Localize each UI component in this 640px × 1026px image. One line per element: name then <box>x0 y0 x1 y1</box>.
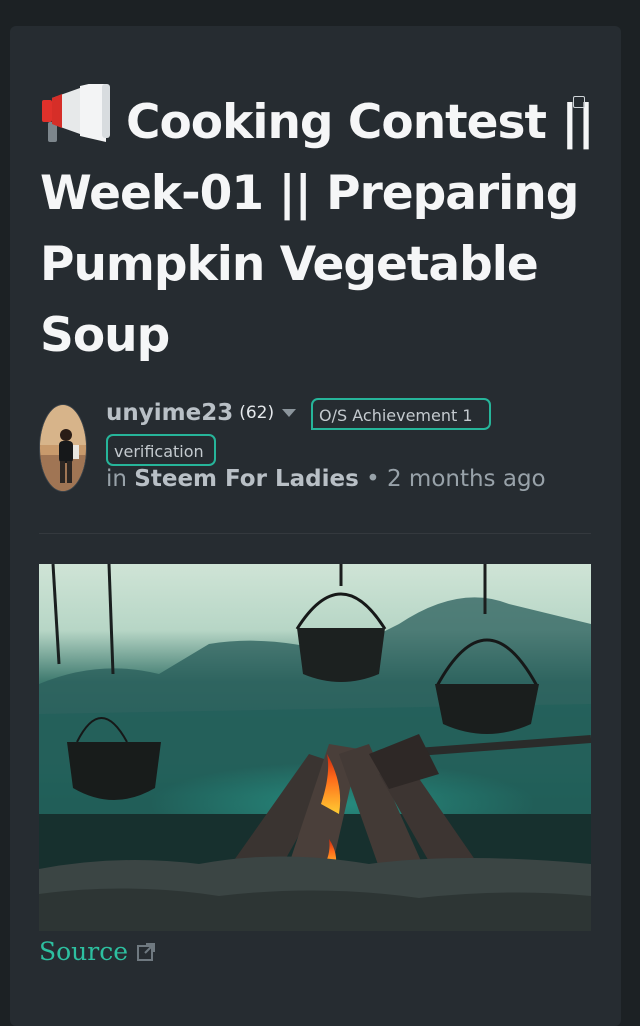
megaphone-icon <box>42 84 110 142</box>
author-name[interactable]: unyime23 <box>106 400 233 426</box>
tag-badge-verification[interactable]: verification <box>106 434 216 466</box>
author-photo-icon <box>40 405 86 491</box>
external-link-icon <box>137 943 156 961</box>
post-title[interactable]: Cooking Contest || Week-01 || Preparing … <box>40 84 600 371</box>
source-label: Source <box>39 937 129 966</box>
avatar[interactable] <box>39 404 87 492</box>
post-meta: unyime23 (62) O/S Achievement 1 verifica… <box>106 396 546 492</box>
post-time[interactable]: 2 months ago <box>387 466 546 492</box>
separator-dot: • <box>366 466 380 492</box>
campfire-cooking-pots-image[interactable] <box>39 564 591 931</box>
post-title-text: Cooking Contest || Week-01 || Preparing … <box>40 95 595 363</box>
divider <box>39 533 591 534</box>
tag-badge-achievement[interactable]: O/S Achievement 1 <box>311 398 491 430</box>
source-link[interactable]: Source <box>39 933 156 971</box>
chevron-down-icon[interactable] <box>282 409 297 417</box>
author-reputation: (62) <box>239 403 275 423</box>
community-line: in Steem For Ladies • 2 months ago <box>106 466 576 492</box>
community-link[interactable]: Steem For Ladies <box>134 466 358 492</box>
in-label: in <box>106 466 127 492</box>
corner-mark <box>573 96 585 108</box>
